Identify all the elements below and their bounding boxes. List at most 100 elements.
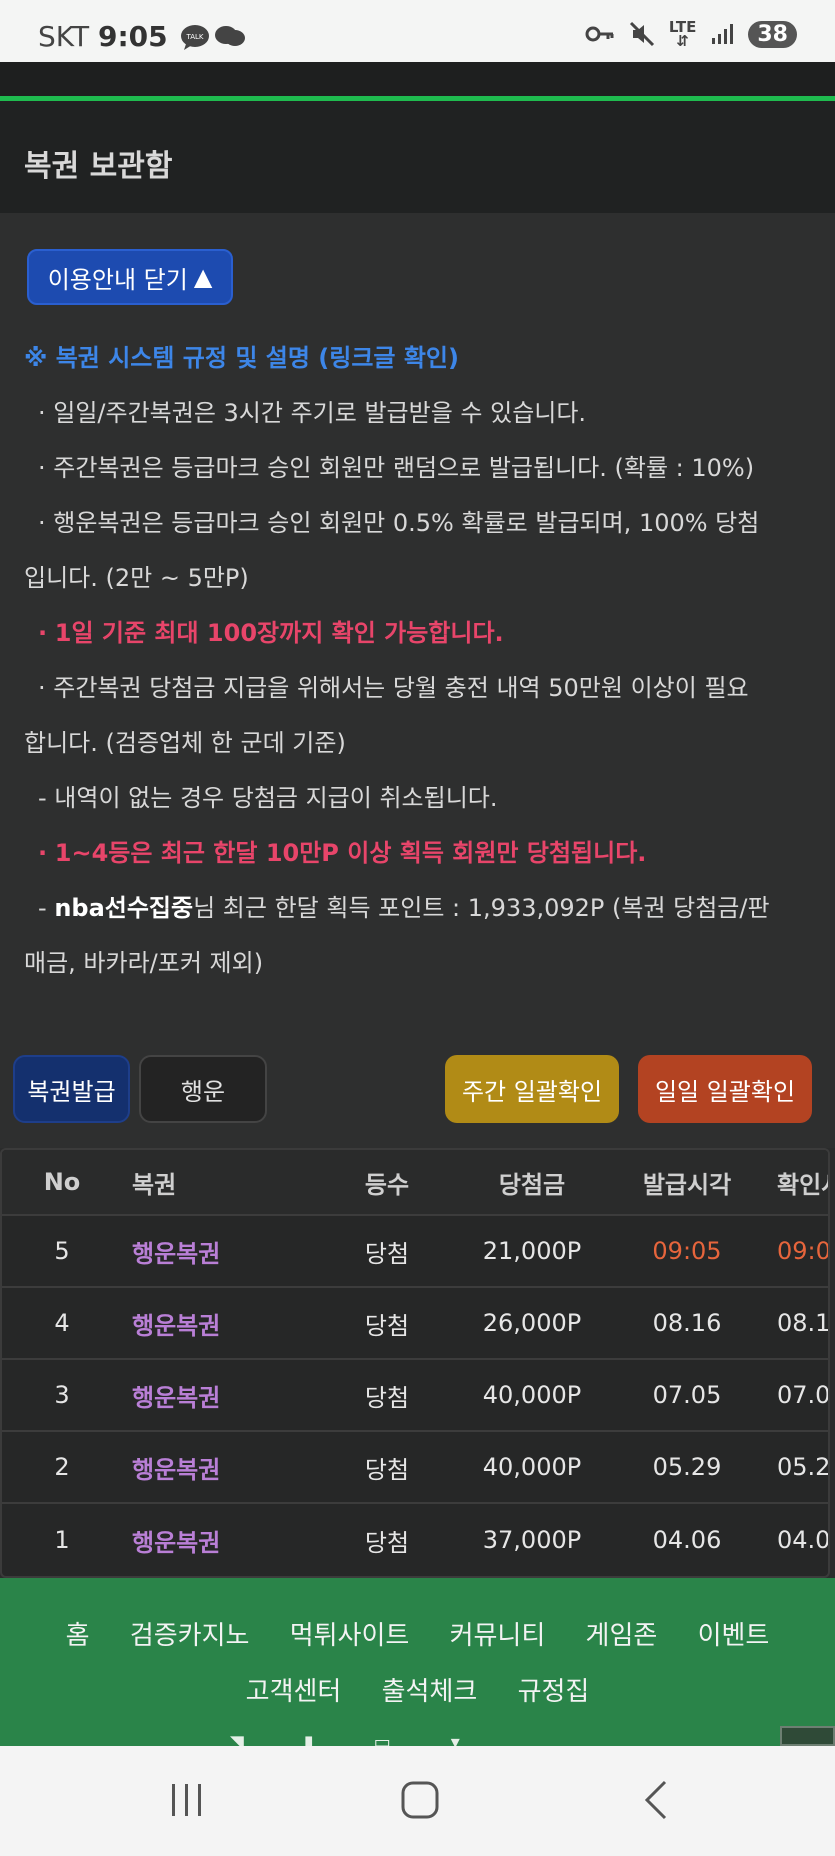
guide-toggle-label: 이용안내 닫기 bbox=[47, 265, 188, 294]
mute-icon bbox=[629, 21, 654, 47]
row-issued: 04.06 bbox=[652, 1526, 722, 1554]
rule-line-highlight: · 1일 기준 최대 100장까지 확인 가능합니다. bbox=[24, 606, 814, 661]
footer-link-event[interactable]: 이벤트 bbox=[698, 1621, 770, 1651]
top-dark-bar bbox=[0, 62, 835, 96]
rule-line-highlight: · 1~4등은 최근 한달 10만P 이상 획득 회원만 당첨됩니다. bbox=[24, 826, 814, 881]
rule-line: · 일일/주간복권은 3시간 주기로 발급받을 수 있습니다. bbox=[38, 399, 587, 427]
footer-link-home[interactable]: 홈 bbox=[66, 1621, 90, 1651]
status-right: LTE ⇵ 38 bbox=[585, 20, 797, 50]
row-rank: 당첨 bbox=[364, 1383, 410, 1412]
row-issued: 07.05 bbox=[652, 1381, 722, 1409]
recent-apps-button[interactable] bbox=[165, 1776, 209, 1824]
luck-filter-button[interactable]: 행운 bbox=[139, 1055, 267, 1123]
back-icon bbox=[644, 1780, 667, 1820]
row-name: 행운복권 bbox=[132, 1455, 221, 1484]
footer-link-attendance[interactable]: 출석체크 bbox=[382, 1677, 478, 1707]
svg-text:TALK: TALK bbox=[185, 33, 203, 41]
weekly-check-all-button[interactable]: 주간 일괄확인 bbox=[445, 1055, 619, 1123]
row-no: 2 bbox=[54, 1453, 70, 1481]
battery-badge: 38 bbox=[748, 20, 797, 48]
rules-heading-link[interactable]: ※ 복권 시스템 규정 및 설명 (링크글 확인) bbox=[24, 331, 814, 386]
app-root: SKT 9:05 TALK LTE ⇵ 38 복권 보관함 이용안내 닫기 ▲ bbox=[0, 0, 835, 1856]
footer-nav: 홈 검증카지노 먹튀사이트 커뮤니티 게임존 이벤트 고객센터 출석체크 규정집 bbox=[0, 1608, 835, 1720]
row-checked: 08.1 bbox=[777, 1309, 830, 1337]
site-footer: 홈 검증카지노 먹튀사이트 커뮤니티 게임존 이벤트 고객센터 출석체크 규정집… bbox=[0, 1578, 835, 1753]
signal-icon bbox=[712, 24, 734, 44]
rule-line: 합니다. (검증업체 한 군데 기준) bbox=[24, 729, 346, 757]
row-checked: 07.0 bbox=[777, 1381, 830, 1409]
footer-link-gamezone[interactable]: 게임존 bbox=[586, 1621, 658, 1651]
col-checked: 확인시 bbox=[777, 1170, 828, 1199]
network-indicator: LTE ⇵ bbox=[669, 20, 697, 50]
page-header: 복권 보관함 bbox=[0, 101, 835, 213]
col-no: No bbox=[43, 1168, 81, 1196]
rule-line: - 내역이 없는 경우 당첨금 지급이 취소됩니다. bbox=[38, 784, 498, 812]
row-no: 3 bbox=[54, 1381, 70, 1409]
row-issued: 09:05 bbox=[652, 1237, 722, 1265]
col-name: 복권 bbox=[132, 1170, 177, 1199]
rule-line: · 주간복권은 등급마크 승인 회원만 랜덤으로 발급됩니다. (확률 : 10… bbox=[38, 454, 755, 482]
recent-apps-icon bbox=[172, 1784, 201, 1816]
table-row[interactable]: 4 행운복권 당첨 26,000P 08.16 08.1 bbox=[2, 1288, 830, 1360]
row-name: 행운복권 bbox=[132, 1383, 221, 1412]
dash: - bbox=[38, 894, 47, 922]
chat-bubble-icon bbox=[215, 26, 245, 46]
clock: 9:05 bbox=[97, 20, 168, 53]
rule-line: · 행운복권은 등급마크 승인 회원만 0.5% 확률로 발급되며, 100% … bbox=[38, 509, 760, 537]
footer-link-casino[interactable]: 검증카지노 bbox=[130, 1621, 250, 1651]
table-header: No 복권 등수 당첨금 발급시각 확인시 bbox=[2, 1150, 828, 1216]
col-prize: 당첨금 bbox=[498, 1170, 566, 1199]
rules-panel: ※ 복권 시스템 규정 및 설명 (링크글 확인) · 일일/주간복권은 3시간… bbox=[24, 331, 814, 991]
row-rank: 당첨 bbox=[364, 1455, 410, 1484]
status-bar: SKT 9:05 TALK LTE ⇵ 38 bbox=[0, 0, 835, 62]
row-name: 행운복권 bbox=[132, 1528, 221, 1557]
row-checked: 04.0 bbox=[777, 1526, 830, 1554]
row-no: 1 bbox=[54, 1526, 70, 1554]
home-icon bbox=[401, 1781, 439, 1819]
footer-link-rules[interactable]: 규정집 bbox=[518, 1677, 590, 1707]
system-nav-bar bbox=[0, 1746, 835, 1856]
row-issued: 05.29 bbox=[652, 1453, 722, 1481]
lottery-table: No 복권 등수 당첨금 발급시각 확인시 5 행운복권 당첨 21,000P … bbox=[0, 1148, 830, 1578]
home-button[interactable] bbox=[396, 1776, 444, 1824]
carrier-label: SKT bbox=[38, 20, 90, 53]
rule-highlight-text: 1일 기준 최대 100장까지 확인 가능합니다. bbox=[54, 619, 504, 647]
row-rank: 당첨 bbox=[364, 1528, 410, 1557]
row-no: 5 bbox=[54, 1237, 70, 1265]
status-carrier-time: SKT 9:05 bbox=[38, 20, 168, 53]
rule-highlight-text: 1~4등은 최근 한달 10만P 이상 획득 회원만 당첨됩니다. bbox=[54, 839, 647, 867]
table-row[interactable]: 1 행운복권 당첨 37,000P 04.06 04.0 bbox=[2, 1504, 830, 1576]
username: nba선수집중 bbox=[54, 894, 194, 922]
notification-icons: TALK bbox=[180, 24, 246, 50]
row-rank: 당첨 bbox=[364, 1311, 410, 1340]
table-row[interactable]: 2 행운복권 당첨 40,000P 05.29 05.2 bbox=[2, 1432, 828, 1504]
row-name: 행운복권 bbox=[132, 1239, 221, 1268]
page-title: 복권 보관함 bbox=[24, 149, 173, 184]
footer-link-community[interactable]: 커뮤니티 bbox=[450, 1621, 546, 1651]
key-icon bbox=[585, 26, 614, 42]
daily-check-all-button[interactable]: 일일 일괄확인 bbox=[638, 1055, 812, 1123]
issue-lottery-button[interactable]: 복권발급 bbox=[13, 1055, 130, 1123]
triangle-up-icon: ▲ bbox=[193, 263, 213, 291]
rule-user-points: - nba선수집중님 최근 한달 획득 포인트 : 1,933,092P (복권… bbox=[24, 881, 814, 936]
back-button[interactable] bbox=[636, 1776, 676, 1824]
row-prize: 21,000P bbox=[482, 1237, 582, 1265]
lottery-content: 이용안내 닫기 ▲ ※ 복권 시스템 규정 및 설명 (링크글 확인) · 일일… bbox=[0, 213, 835, 1148]
rule-line: 입니다. (2만 ~ 5만P) bbox=[24, 564, 249, 592]
talk-icon: TALK bbox=[181, 25, 209, 50]
row-prize: 40,000P bbox=[482, 1453, 582, 1481]
table-row[interactable]: 5 행운복권 당첨 21,000P 09:05 09:0 bbox=[2, 1216, 828, 1288]
bullet: · bbox=[38, 619, 48, 647]
footer-link-scam-sites[interactable]: 먹튀사이트 bbox=[290, 1621, 410, 1651]
row-rank: 당첨 bbox=[364, 1239, 410, 1268]
rule-line: 매금, 바카라/포커 제외) bbox=[24, 949, 264, 977]
rule-line: · 주간복권 당첨금 지급을 위해서는 당월 충전 내역 50만원 이상이 필요 bbox=[38, 674, 749, 702]
footer-link-support[interactable]: 고객센터 bbox=[246, 1677, 342, 1707]
guide-toggle-button[interactable]: 이용안내 닫기 ▲ bbox=[27, 249, 233, 305]
col-rank: 등수 bbox=[364, 1170, 410, 1199]
row-prize: 37,000P bbox=[482, 1526, 582, 1554]
data-arrows-icon: ⇵ bbox=[676, 32, 689, 50]
row-issued: 08.16 bbox=[652, 1309, 722, 1337]
table-row[interactable]: 3 행운복권 당첨 40,000P 07.05 07.0 bbox=[2, 1360, 830, 1432]
col-issued: 발급시각 bbox=[642, 1170, 732, 1199]
